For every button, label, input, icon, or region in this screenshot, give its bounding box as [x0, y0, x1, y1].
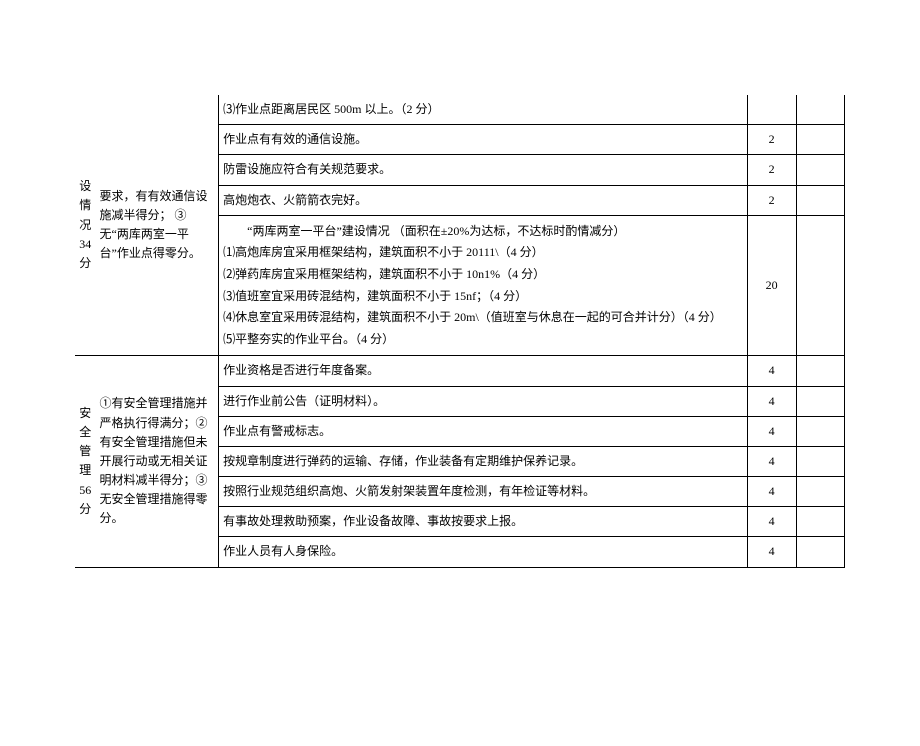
s1-item-5-l1: “两库两室一平台”建设情况 （面积在±20%为达标，不达标时酌情减分） [223, 221, 742, 243]
s1-item-5-l6: ⑸平整夯实的作业平台。（4 分） [223, 329, 742, 351]
s2-score-4: 4 [747, 446, 796, 476]
s2-score-2: 4 [747, 386, 796, 416]
s1-row1: 设情况34分 要求，有有效通信设施减半得分； ③无“两库两室一平台”作业点得零分… [75, 95, 845, 125]
s2-score-3: 4 [747, 416, 796, 446]
s2-item-4: 按规章制度进行弹药的运输、存储，作业装备有定期维护保养记录。 [219, 446, 747, 476]
s1-item-5-l5: ⑷休息室宜采用砖混结构，建筑面积不小于 20m\（值班室与休息在一起的可合并计分… [223, 307, 742, 329]
section2-category: 安全管理56分 [75, 356, 96, 567]
section2-description: ①有安全管理措施并严格执行得满分；②有安全管理措施但未开展行动或无相关证明材料减… [96, 356, 219, 567]
s1-score-2: 2 [747, 125, 796, 155]
s2-empty-5 [796, 477, 844, 507]
s1-item-1: ⑶作业点距离居民区 500m 以上。（2 分） [219, 95, 747, 125]
s2-score-5: 4 [747, 477, 796, 507]
s1-score-4: 2 [747, 185, 796, 215]
s2-empty-1 [796, 356, 844, 386]
s2-item-1: 作业资格是否进行年度备案。 [219, 356, 747, 386]
s1-score-1 [747, 95, 796, 125]
s2-empty-4 [796, 446, 844, 476]
s1-score-5: 20 [747, 215, 796, 356]
s1-item-5-l2: ⑴高炮库房宜采用框架结构，建筑面积不小于 20111\（4 分） [223, 242, 742, 264]
s2-score-7: 4 [747, 537, 796, 567]
s2-item-2: 进行作业前公告（证明材料）。 [219, 386, 747, 416]
s2-score-1: 4 [747, 356, 796, 386]
s2-item-6: 有事故处理救助预案，作业设备故障、事故按要求上报。 [219, 507, 747, 537]
s1-item-5: “两库两室一平台”建设情况 （面积在±20%为达标，不达标时酌情减分） ⑴高炮库… [219, 215, 747, 356]
section1-description: 要求，有有效通信设施减半得分； ③无“两库两室一平台”作业点得零分。 [96, 95, 219, 356]
s2-item-5: 按照行业规范组织高炮、火箭发射架装置年度检测，有年检证等材料。 [219, 477, 747, 507]
section1-category: 设情况34分 [75, 95, 96, 356]
s1-empty-3 [796, 155, 844, 185]
evaluation-table: 设情况34分 要求，有有效通信设施减半得分； ③无“两库两室一平台”作业点得零分… [75, 95, 845, 568]
s2-row1: 安全管理56分 ①有安全管理措施并严格执行得满分；②有安全管理措施但未开展行动或… [75, 356, 845, 386]
s2-item-7: 作业人员有人身保险。 [219, 537, 747, 567]
s1-desc-1: 要求，有有效通信设施减半得分； [100, 189, 208, 222]
s2-item-3: 作业点有警戒标志。 [219, 416, 747, 446]
s1-item-2: 作业点有有效的通信设施。 [219, 125, 747, 155]
s1-item-3: 防雷设施应符合有关规范要求。 [219, 155, 747, 185]
s2-empty-6 [796, 507, 844, 537]
s2-empty-2 [796, 386, 844, 416]
s2-score-6: 4 [747, 507, 796, 537]
s1-empty-2 [796, 125, 844, 155]
s2-empty-7 [796, 537, 844, 567]
s1-empty-5 [796, 215, 844, 356]
s1-item-5-l4: ⑶值班室宜采用砖混结构，建筑面积不小于 15nf；（4 分） [223, 286, 742, 308]
s1-item-4: 高炮炮衣、火箭箭衣完好。 [219, 185, 747, 215]
s1-empty-1 [796, 95, 844, 125]
s2-empty-3 [796, 416, 844, 446]
s1-empty-4 [796, 185, 844, 215]
s1-item-5-l3: ⑵弹药库房宜采用框架结构，建筑面积不小于 10n1%（4 分） [223, 264, 742, 286]
s1-score-3: 2 [747, 155, 796, 185]
